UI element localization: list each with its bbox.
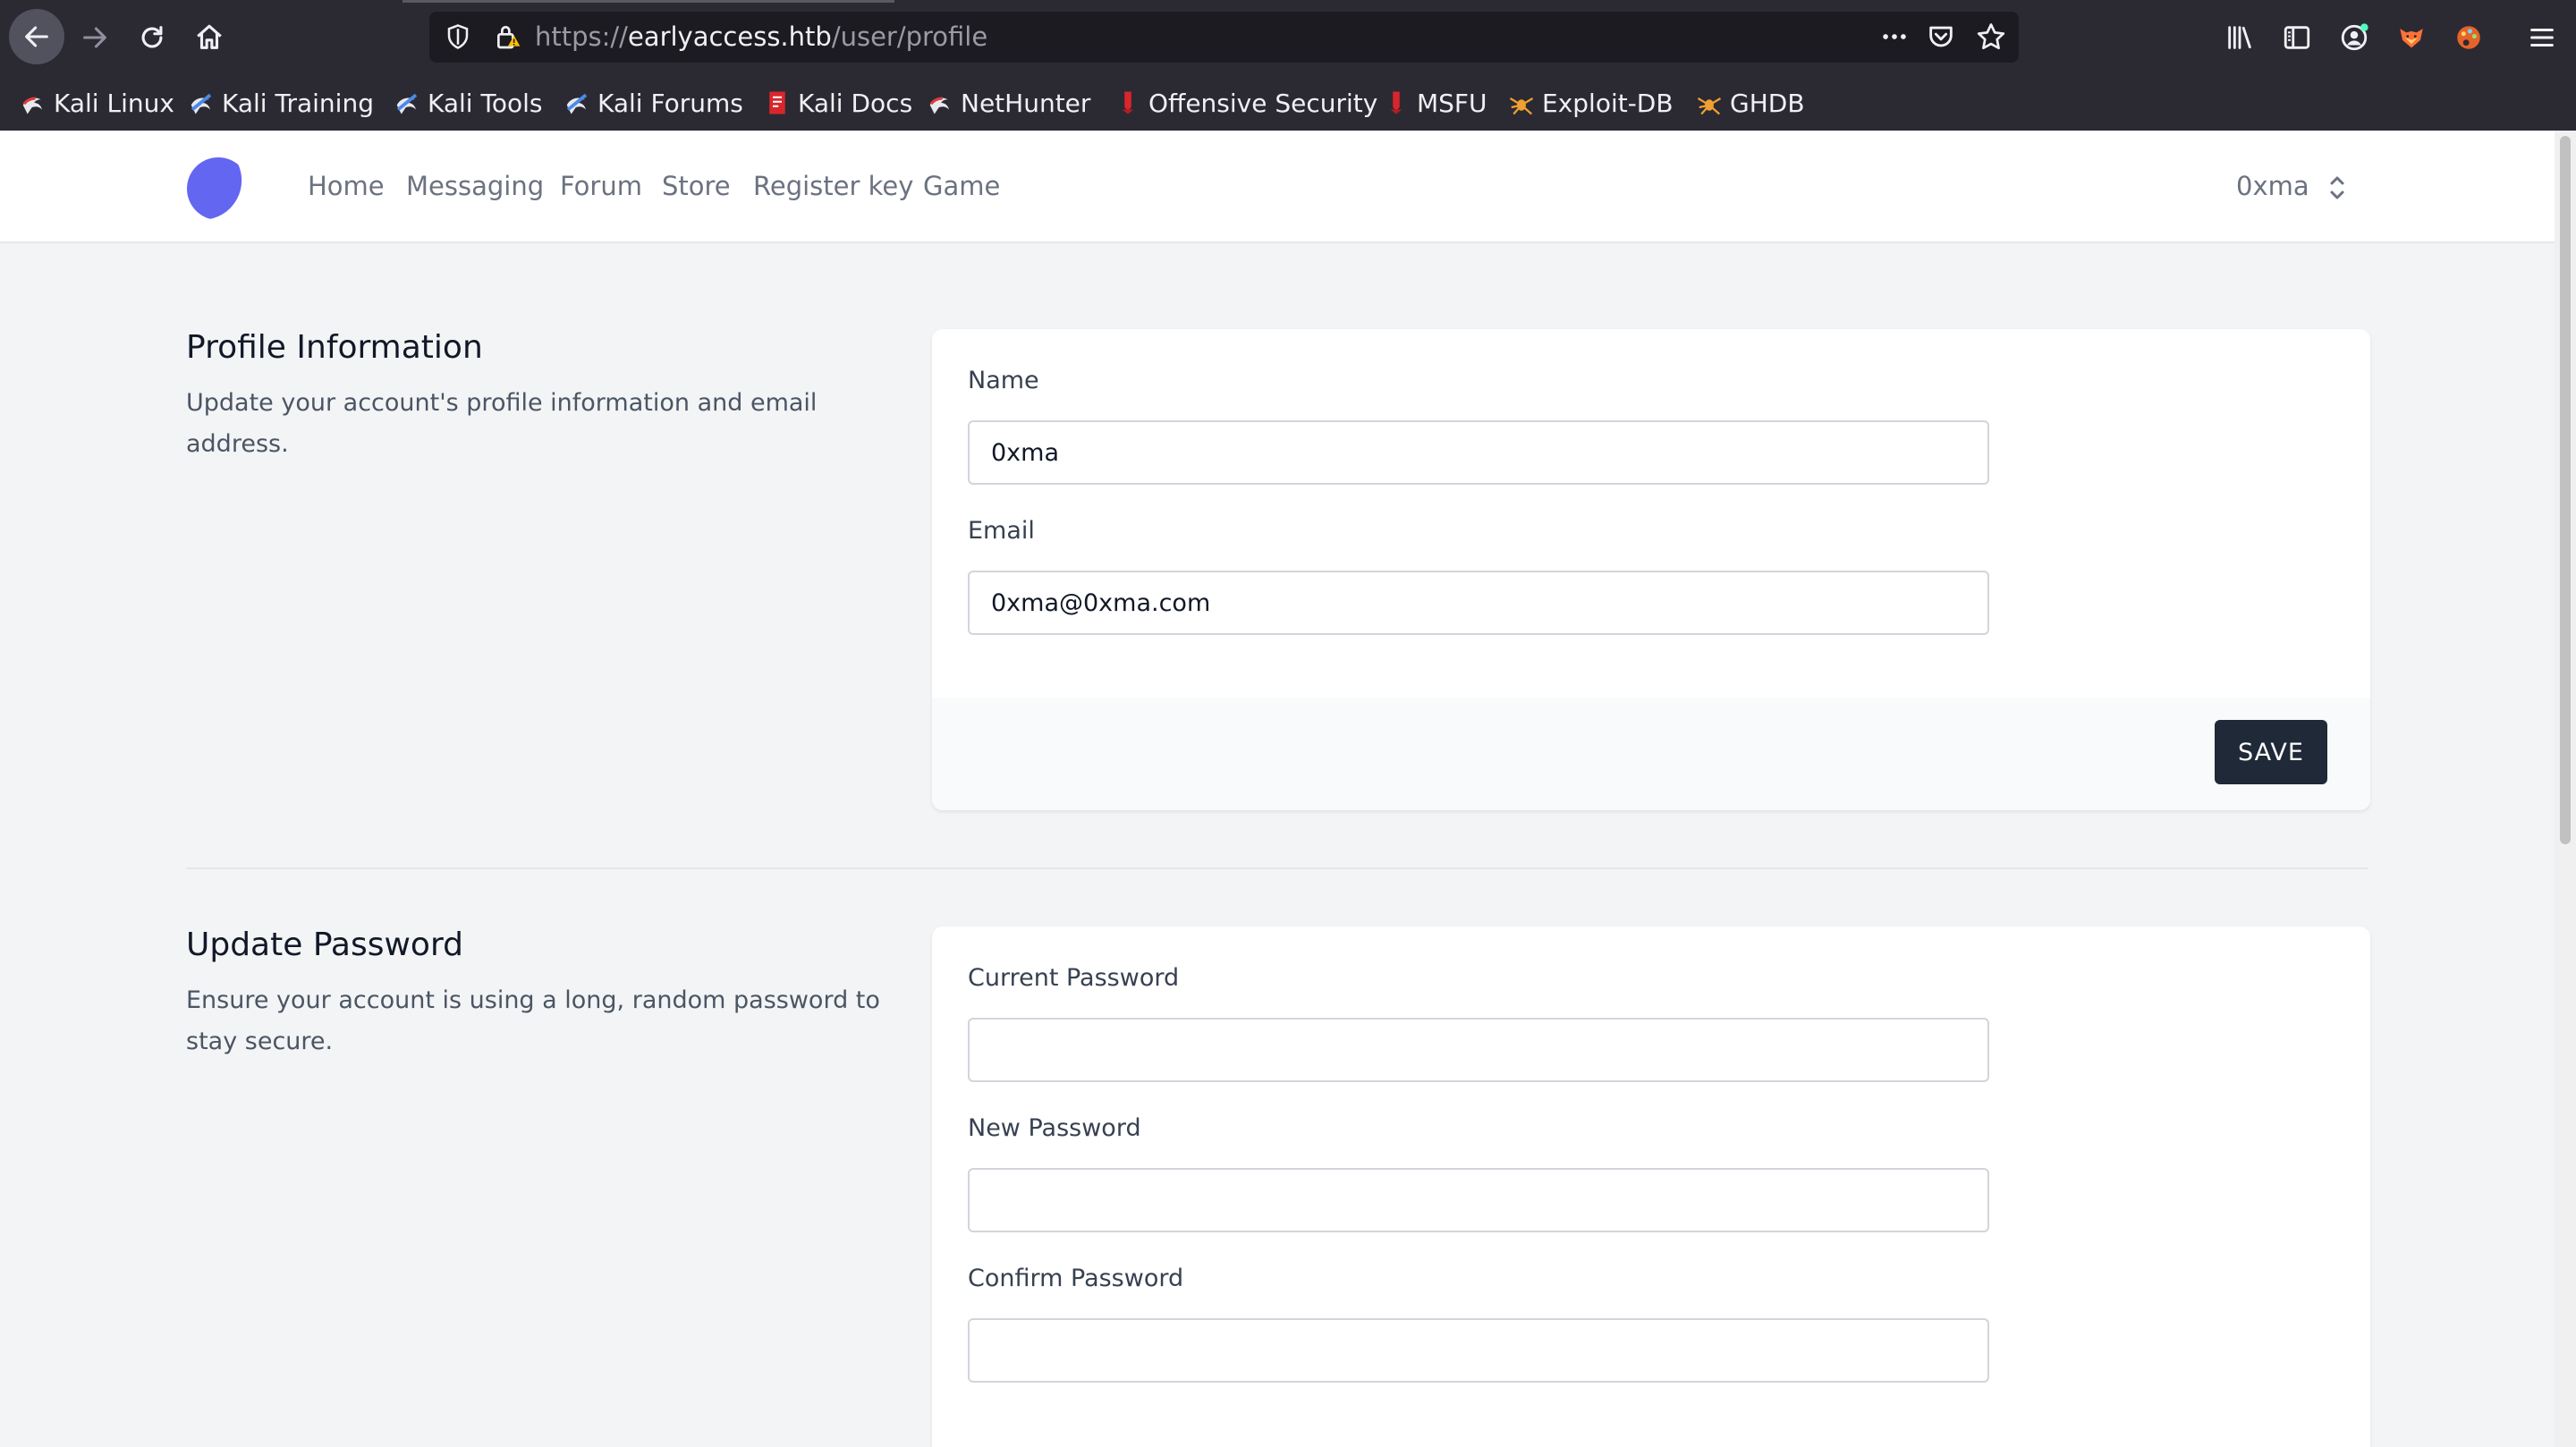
user-menu-name[interactable]: 0xma xyxy=(2236,131,2309,241)
profile-card-footer: SAVE xyxy=(932,698,2370,810)
chevron-up-down-icon[interactable] xyxy=(2324,172,2351,204)
bookmark-label: GHDB xyxy=(1730,88,1805,118)
reload-button[interactable] xyxy=(125,11,179,64)
ghdb-spider-icon xyxy=(1697,97,1722,115)
bookmark-label: Exploit-DB xyxy=(1542,88,1674,118)
bookmark-ghdb[interactable]: GHDB xyxy=(1696,75,1805,131)
password-section-description: Ensure your account is using a long, ran… xyxy=(186,986,880,1055)
nav-link-home[interactable]: Home xyxy=(308,131,385,241)
bookmark-label: Kali Forums xyxy=(597,88,743,118)
kali-training-icon xyxy=(191,93,212,114)
profile-card: Name Email SAVE xyxy=(932,329,2370,810)
kali-docs-icon xyxy=(769,91,785,114)
sidebar-icon[interactable] xyxy=(2272,13,2322,63)
name-field[interactable] xyxy=(968,420,1989,485)
bookmark-kali-forums[interactable]: Kali Forums xyxy=(564,75,743,131)
nav-link-messaging[interactable]: Messaging xyxy=(406,131,544,241)
home-button[interactable] xyxy=(182,11,236,64)
browser-chrome: https://earlyaccess.htb/user/profile Kal… xyxy=(0,0,2576,131)
arrow-right-icon xyxy=(83,27,106,48)
insecure-lock-icon[interactable] xyxy=(490,19,526,55)
name-label: Name xyxy=(968,367,1039,394)
confirm-password-label: Confirm Password xyxy=(968,1265,1184,1292)
email-label: Email xyxy=(968,517,1035,545)
profile-section-description: Update your account's profile informatio… xyxy=(186,389,818,458)
url-bar[interactable]: https://earlyaccess.htb/user/profile xyxy=(429,12,2019,63)
current-password-label: Current Password xyxy=(968,964,1180,992)
bookmark-label: Kali Linux xyxy=(54,88,174,118)
bookmark-label: Kali Docs xyxy=(798,88,913,118)
pocket-icon[interactable] xyxy=(1921,19,1961,55)
section-divider xyxy=(186,867,2368,869)
bookmark-label: Kali Tools xyxy=(428,88,543,118)
msfu-icon xyxy=(1390,91,1402,114)
arrow-left-icon xyxy=(25,26,48,47)
url-scheme: https:// xyxy=(535,21,628,52)
url-path: /user/profile xyxy=(831,21,988,52)
extension-fox-icon[interactable] xyxy=(2386,13,2436,63)
bookmark-label: Kali Training xyxy=(222,88,374,118)
new-password-field[interactable] xyxy=(968,1168,1989,1232)
forward-button[interactable] xyxy=(68,11,122,64)
bookmark-star-icon[interactable] xyxy=(1971,19,2011,55)
offsec-icon xyxy=(1122,91,1134,114)
site-navbar: Home Messaging Forum Store Register key … xyxy=(0,131,2555,243)
current-password-field[interactable] xyxy=(968,1018,1989,1082)
nav-link-forum[interactable]: Forum xyxy=(560,131,642,241)
kali-dragon-icon xyxy=(22,97,42,114)
password-card: Current Password New Password Confirm Pa… xyxy=(932,927,2370,1447)
bookmark-nethunter[interactable]: NetHunter xyxy=(927,75,1090,131)
site-logo[interactable] xyxy=(184,155,252,223)
back-button[interactable] xyxy=(9,9,64,64)
bookmark-msfu[interactable]: MSFU xyxy=(1383,75,1487,131)
confirm-password-field[interactable] xyxy=(968,1318,1989,1383)
exploit-db-spider-icon xyxy=(1509,97,1534,115)
save-button[interactable]: SAVE xyxy=(2215,720,2327,784)
home-icon xyxy=(197,24,222,49)
email-field[interactable] xyxy=(968,571,1989,635)
bookmark-label: MSFU xyxy=(1417,88,1487,118)
password-section-title: Update Password xyxy=(186,927,463,963)
profile-section-title: Profile Information xyxy=(186,329,483,366)
bookmark-kali-linux[interactable]: Kali Linux xyxy=(20,75,174,131)
extension-palette-icon[interactable] xyxy=(2444,13,2494,63)
bookmark-exploit-db[interactable]: Exploit-DB xyxy=(1508,75,1674,131)
kali-forums-icon xyxy=(566,93,588,114)
nav-link-store[interactable]: Store xyxy=(662,131,731,241)
bookmark-offensive-security[interactable]: Offensive Security xyxy=(1114,75,1377,131)
new-password-label: New Password xyxy=(968,1114,1141,1142)
bookmark-kali-docs[interactable]: Kali Docs xyxy=(764,75,912,131)
bookmark-label: NetHunter xyxy=(961,88,1091,118)
library-icon[interactable] xyxy=(2215,13,2265,63)
navigation-toolbar: https://earlyaccess.htb/user/profile xyxy=(0,0,2576,75)
account-icon[interactable] xyxy=(2329,13,2379,63)
more-actions-icon[interactable] xyxy=(1874,19,1915,55)
url-host: earlyaccess.htb xyxy=(627,21,832,52)
nav-link-game[interactable]: Game xyxy=(923,131,1000,241)
reload-icon xyxy=(141,26,163,48)
url-text[interactable]: https://earlyaccess.htb/user/profile xyxy=(535,12,987,63)
hamburger-menu-icon[interactable] xyxy=(2517,13,2567,63)
page-content: Home Messaging Forum Store Register key … xyxy=(0,131,2555,1447)
bookmarks-toolbar: Kali Linux Kali Training Kali Tools Kali… xyxy=(0,75,2576,131)
scrollbar-thumb[interactable] xyxy=(2560,136,2571,844)
nethunter-icon xyxy=(929,97,949,114)
bookmark-kali-tools[interactable]: Kali Tools xyxy=(394,75,542,131)
nav-link-register-key[interactable]: Register key xyxy=(753,131,913,241)
kali-tools-icon xyxy=(396,93,418,114)
tracking-shield-icon[interactable] xyxy=(440,19,476,55)
bookmark-kali-training[interactable]: Kali Training xyxy=(188,75,374,131)
bookmark-label: Offensive Security xyxy=(1148,88,1378,118)
